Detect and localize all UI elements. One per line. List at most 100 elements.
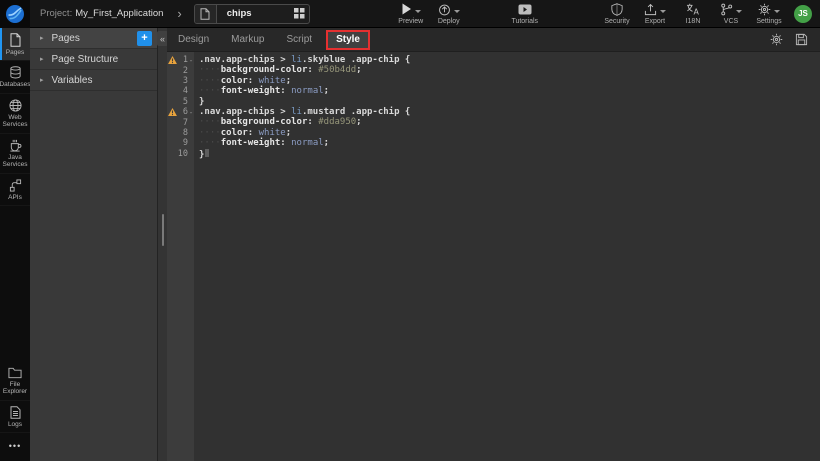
code-line[interactable]: ····background-color: #dda950; [199,117,820,127]
gear-icon [758,3,771,16]
line-number: 4 [177,86,188,96]
preview-caret-icon[interactable] [415,10,421,13]
sidebar-item-pages[interactable]: Pages [0,28,30,61]
wavemaker-logo[interactable] [0,0,30,28]
line-number: 5 [177,97,188,107]
chevron-right-icon[interactable]: ▸ [40,55,44,63]
branch-icon [720,3,733,16]
rail-bottom-group: File Explorer Logs ••• [0,362,30,461]
code-line[interactable]: ····color: white; [199,128,820,138]
project-label: Project: [40,8,72,19]
code-line[interactable]: ····font-weight: normal; [199,86,820,96]
security-button[interactable]: Security [600,2,634,25]
editor-settings-button[interactable] [770,33,783,46]
gear-icon [770,33,783,46]
sidebar-item-file-explorer[interactable]: File Explorer [0,362,30,401]
sidebar-item-web-services[interactable]: Web Services [0,94,30,134]
tab-design[interactable]: Design [167,28,220,52]
text-cursor [205,149,209,157]
project-breadcrumb: Project:My_First_Application [40,8,163,19]
i18n-button[interactable]: A I18N [676,2,710,25]
sidebar-label-web-services: Web Services [1,114,29,129]
line-number: 10 [177,149,188,159]
log-file-icon [10,406,21,419]
code-line[interactable]: } [199,149,820,159]
svg-text:A: A [693,7,699,15]
sidebar-item-apis[interactable]: APIs [0,174,30,206]
panel-section-pages-label: Pages [52,33,80,44]
panel-scrollbar-thumb[interactable] [162,214,164,246]
sidebar-label-java-services: Java Services [1,154,29,169]
code-line[interactable]: } [199,97,820,107]
tab-markup[interactable]: Markup [220,28,275,52]
user-avatar[interactable]: JS [794,5,812,23]
database-icon [9,66,22,79]
page-switcher[interactable]: chips [194,4,310,24]
sidebar-label-apis: APIs [8,194,22,201]
code-line[interactable]: ····font-weight: normal; [199,138,820,148]
tutorials-label: Tutorials [511,18,538,25]
panel-collapse-strip: « [158,28,167,461]
gutter-row: 3 [167,76,194,86]
code-pane[interactable]: .nav.app-chips > li.skyblue .app-chip {·… [194,52,820,461]
more-options-icon[interactable]: ••• [0,433,30,461]
line-number: 6 [177,107,188,117]
vcs-caret-icon[interactable] [736,10,742,13]
sidebar-label-logs: Logs [8,421,22,428]
export-caret-icon[interactable] [660,10,666,13]
deploy-label: Deploy [438,18,460,25]
save-button[interactable] [795,33,808,46]
gutter-row: 1- [167,55,194,65]
settings-label: Settings [756,18,781,25]
sidebar-item-logs[interactable]: Logs [0,401,30,433]
chevron-right-icon[interactable]: ▸ [40,34,44,42]
editor-tab-bar: Design Markup Script Style [167,28,820,52]
coffee-icon [9,139,22,152]
warning-icon [167,108,177,116]
settings-button[interactable]: Settings [752,2,786,25]
sidebar-label-databases: Databases [0,81,31,88]
export-label: Export [645,18,665,25]
gutter-row: 8 [167,128,194,138]
panel-section-pages[interactable]: ▸ Pages + [30,28,157,49]
code-line[interactable]: .nav.app-chips > li.skyblue .app-chip { [199,55,820,65]
main-area: Pages Databases Web Services [0,28,820,461]
video-icon [518,4,532,15]
line-number: 3 [177,76,188,86]
panel-section-page-structure[interactable]: ▸ Page Structure [30,49,157,70]
gutter-row: 9 [167,138,194,148]
page-grid-icon[interactable] [291,5,309,23]
vcs-label: VCS [724,18,738,25]
preview-label: Preview [398,18,423,25]
code-line[interactable]: .nav.app-chips > li.mustard .app-chip { [199,107,820,117]
vcs-button[interactable]: VCS [714,2,748,25]
code-line[interactable]: ····background-color: #50b4dd; [199,65,820,75]
gutter-row: 6- [167,107,194,117]
folder-icon [8,367,22,379]
deploy-button[interactable]: Deploy [432,2,466,25]
settings-caret-icon[interactable] [774,10,780,13]
chevron-right-icon[interactable]: ▸ [40,76,44,84]
save-icon [795,33,808,46]
play-icon [401,3,412,15]
tab-script[interactable]: Script [276,28,324,52]
current-page-name[interactable]: chips [217,8,291,19]
api-nodes-icon [9,179,22,192]
gutter-row: 2 [167,65,194,75]
export-button[interactable]: Export [638,2,672,25]
sidebar-item-java-services[interactable]: Java Services [0,134,30,174]
add-page-button[interactable]: + [137,31,152,46]
line-number: 2 [177,66,188,76]
sidebar-label-file-explorer: File Explorer [1,381,29,396]
deploy-caret-icon[interactable] [454,10,460,13]
preview-button[interactable]: Preview [394,2,428,25]
code-line[interactable]: ····color: white; [199,76,820,86]
css-code-editor[interactable]: 1-23456-78910 .nav.app-chips > li.skyblu… [167,52,820,461]
gutter-row: 10 [167,149,194,159]
panel-section-variables[interactable]: ▸ Variables [30,70,157,91]
tab-style[interactable]: Style [326,30,370,50]
translate-icon: A [686,3,700,16]
warning-icon [167,56,177,64]
tutorials-button[interactable]: Tutorials [508,2,542,25]
sidebar-item-databases[interactable]: Databases [0,61,30,93]
